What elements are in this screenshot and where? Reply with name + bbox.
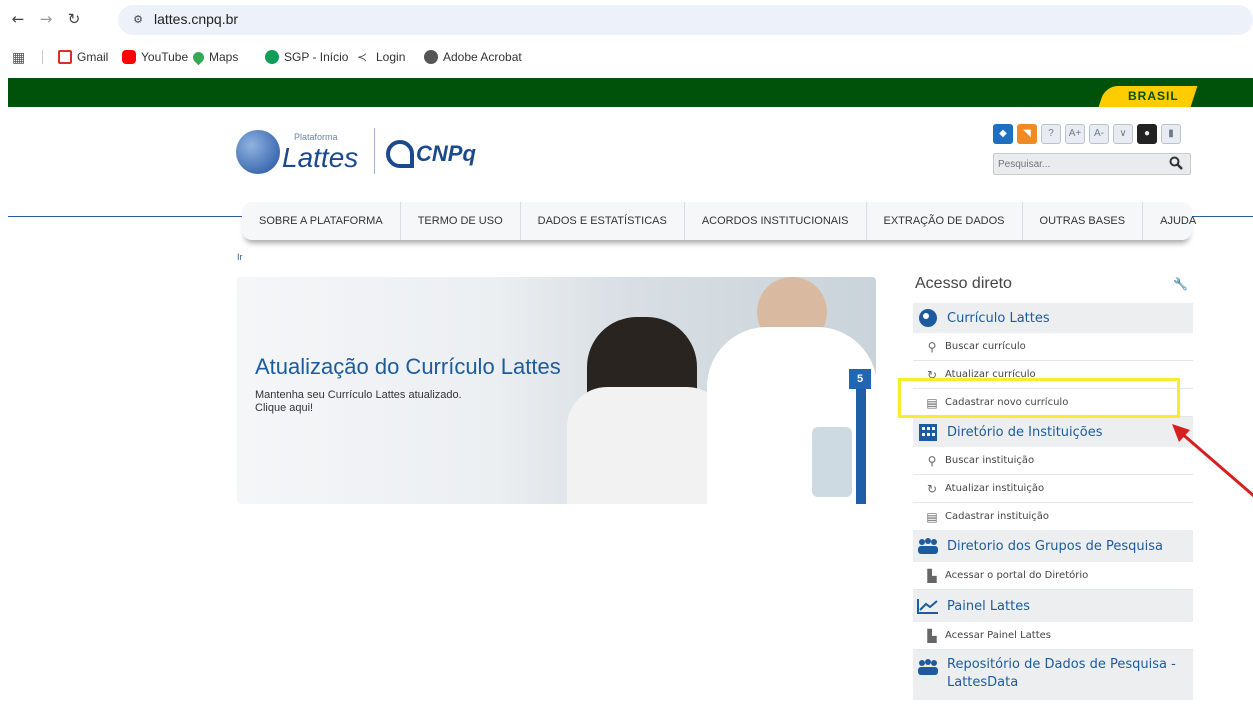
bookmark-sgp[interactable]: SGP - Início	[265, 48, 348, 66]
lattes-icon	[917, 307, 939, 329]
youtube-icon	[122, 50, 136, 64]
logo-plataforma-text: Plataforma	[294, 132, 338, 142]
bookmark-youtube[interactable]: YouTube	[122, 48, 188, 66]
banner-cta[interactable]: Clique aqui!	[255, 402, 313, 414]
nav-outras[interactable]: OUTRAS BASES	[1023, 202, 1144, 240]
reload-icon[interactable]: ↻	[64, 9, 84, 29]
link-buscar-instituicao[interactable]: ⚲ Buscar instituição	[913, 447, 1193, 475]
section-title: Currículo Lattes	[947, 310, 1050, 326]
logo-cnpq-text: CNPq	[416, 141, 476, 166]
banner-title[interactable]: Atualização do Currículo Lattes	[255, 354, 561, 380]
site-settings-icon[interactable]: ⚙	[130, 12, 146, 28]
font-increase-icon[interactable]: A+	[1065, 124, 1085, 144]
hero-banner[interactable]: Atualização do Currículo Lattes Mantenha…	[237, 277, 876, 504]
nav-sobre[interactable]: SOBRE A PLATAFORMA	[242, 202, 401, 240]
nav-extracao[interactable]: EXTRAÇÃO DE DADOS	[867, 202, 1023, 240]
gov-bar	[8, 78, 1253, 107]
link-label: Atualizar instituição	[945, 483, 1045, 494]
banner-subtitle: Mantenha seu Currículo Lattes atualizado…	[255, 389, 462, 401]
search-icon[interactable]	[1168, 156, 1184, 172]
nav-ajuda[interactable]: AJUDA	[1143, 202, 1213, 240]
link-label: Buscar instituição	[945, 455, 1035, 466]
sgp-icon	[265, 50, 279, 64]
bookmark-login[interactable]: ≺ Login	[357, 48, 405, 66]
delicious-icon[interactable]: ◆	[993, 124, 1013, 144]
login-icon: ≺	[357, 50, 368, 64]
slide-number-badge[interactable]: 5	[849, 369, 871, 389]
forward-icon[interactable]: →	[36, 9, 56, 29]
link-label: Buscar currículo	[945, 341, 1026, 352]
search-icon: ⚲	[927, 453, 937, 468]
logo-divider	[374, 128, 375, 174]
banner-photo-coat	[567, 387, 727, 504]
accessibility-toolbar: ◆ ◥ ? A+ A- ∨ ● ▮	[993, 124, 1181, 146]
font-decrease-icon[interactable]: A-	[1089, 124, 1109, 144]
section-painel-lattes[interactable]: Painel Lattes	[913, 590, 1193, 622]
slide-tab[interactable]	[856, 389, 866, 504]
sidebar-title: Acesso direto	[915, 275, 1012, 292]
lock-icon[interactable]: ▮	[1161, 124, 1181, 144]
site-search	[993, 153, 1191, 175]
section-curriculo-lattes[interactable]: Currículo Lattes	[913, 303, 1193, 333]
bookmark-divider	[42, 50, 43, 64]
group-icon	[917, 535, 939, 557]
collapse-icon[interactable]: ∨	[1113, 124, 1133, 144]
nav-dados[interactable]: DADOS E ESTATÍSTICAS	[521, 202, 685, 240]
search-input[interactable]	[998, 156, 1158, 173]
mouse-icon: ▙	[927, 628, 937, 643]
section-title: Repositório de Dados de Pesquisa - Latte…	[947, 657, 1176, 690]
cnpq-logo[interactable]: CNPq	[386, 138, 476, 170]
bookmarks-bar: ▦ Gmail YouTube Maps SGP - Início ≺ Logi…	[0, 44, 1253, 70]
lattes-logo-mark	[236, 130, 280, 174]
red-arrow-annotation	[1172, 424, 1253, 498]
globe-icon	[424, 50, 438, 64]
main-nav: SOBRE A PLATAFORMA TERMO DE USO DADOS E …	[242, 202, 1196, 240]
url-text: lattes.cnpq.br	[154, 11, 239, 27]
nav-termo[interactable]: TERMO DE USO	[401, 202, 521, 240]
highlight-box	[898, 378, 1180, 418]
breadcrumb[interactable]: Ir	[237, 252, 243, 262]
chart-icon	[917, 595, 939, 617]
link-label: Acessar o portal do Diretório	[945, 570, 1089, 581]
brasil-label[interactable]: BRASIL	[1128, 89, 1179, 103]
contrast-icon[interactable]: ●	[1137, 124, 1157, 144]
bookmark-gmail[interactable]: Gmail	[58, 48, 108, 66]
form-icon: ▤	[926, 509, 938, 524]
apps-icon[interactable]: ▦	[12, 48, 25, 66]
section-title: Diretorio dos Grupos de Pesquisa	[947, 538, 1164, 554]
link-cadastrar-instituicao[interactable]: ▤ Cadastrar instituição	[913, 503, 1193, 531]
wrench-icon[interactable]: 🔧	[1173, 277, 1188, 291]
section-repositorio-dados[interactable]: Repositório de Dados de Pesquisa - Latte…	[913, 650, 1193, 700]
bookmark-maps[interactable]: Maps	[190, 48, 238, 66]
address-bar[interactable]: ⚙ lattes.cnpq.br	[118, 5, 1253, 35]
banner-photo-flask	[812, 427, 852, 497]
bookmark-adobe[interactable]: Adobe Acrobat	[424, 48, 522, 66]
link-portal-diretorio[interactable]: ▙ Acessar o portal do Diretório	[913, 562, 1193, 590]
section-title: Painel Lattes	[947, 598, 1030, 614]
mouse-icon: ▙	[927, 568, 937, 583]
help-icon[interactable]: ?	[1041, 124, 1061, 144]
building-icon	[917, 421, 939, 443]
link-atualizar-instituicao[interactable]: ↻ Atualizar instituição	[913, 475, 1193, 503]
link-buscar-curriculo[interactable]: ⚲ Buscar currículo	[913, 333, 1193, 361]
link-label: Acessar Painel Lattes	[945, 630, 1051, 641]
section-title: Diretório de Instituições	[947, 424, 1103, 440]
logo-lattes-text: Lattes	[282, 142, 359, 173]
search-icon: ⚲	[927, 339, 937, 354]
cnpq-logo-mark	[386, 140, 414, 168]
back-icon[interactable]: ←	[8, 9, 28, 29]
maps-icon	[190, 49, 207, 65]
section-diretorio-instituicoes[interactable]: Diretório de Instituições	[913, 417, 1193, 447]
gmail-icon	[58, 50, 72, 64]
nav-acordos[interactable]: ACORDOS INSTITUCIONAIS	[685, 202, 867, 240]
refresh-icon: ↻	[926, 481, 938, 496]
browser-toolbar: ← → ↻ ⚙ lattes.cnpq.br	[0, 0, 1253, 40]
link-painel-lattes[interactable]: ▙ Acessar Painel Lattes	[913, 622, 1193, 650]
section-grupos-pesquisa[interactable]: Diretorio dos Grupos de Pesquisa	[913, 530, 1193, 562]
group-icon	[917, 656, 939, 678]
link-label: Cadastrar instituição	[945, 511, 1050, 522]
rss-icon[interactable]: ◥	[1017, 124, 1037, 144]
lattes-logo[interactable]: Plataforma Lattes	[236, 128, 366, 180]
